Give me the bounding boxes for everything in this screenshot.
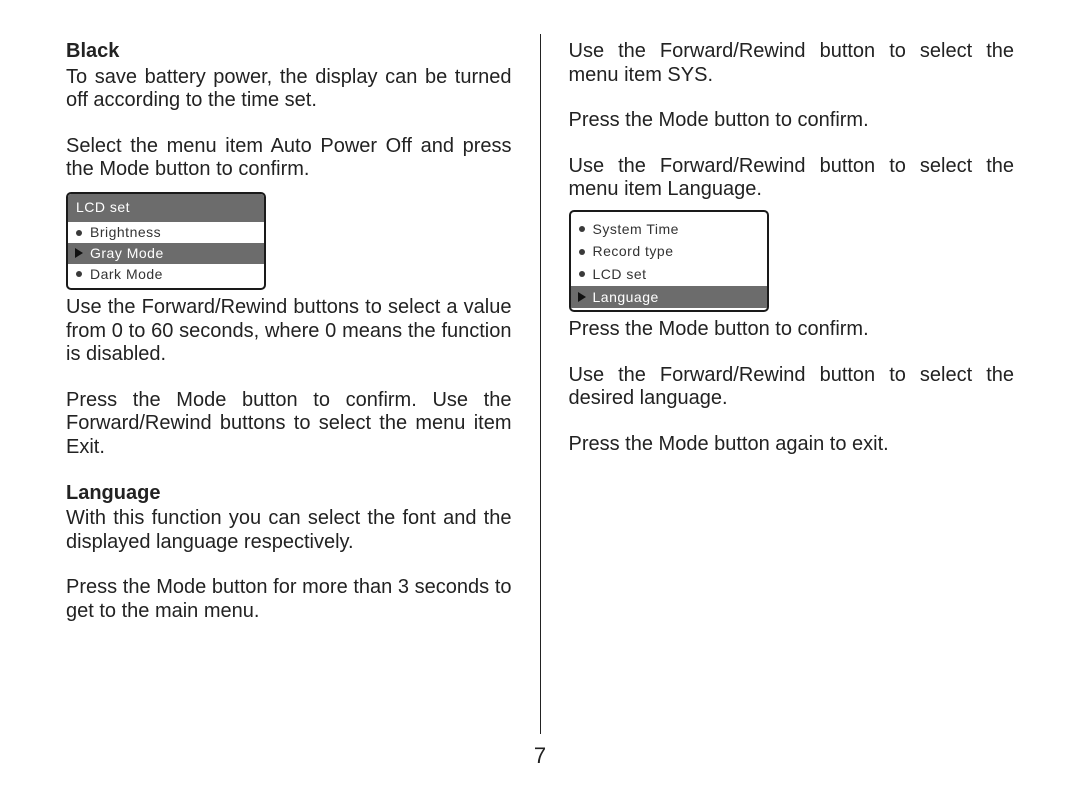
para: Use the Forward/Rewind button to select … — [569, 155, 1015, 202]
lcd-row: LCD set — [571, 263, 767, 286]
sys-menu-screenshot: System Time Record type LCD set Language — [569, 210, 769, 312]
lcd-row: System Time — [571, 218, 767, 241]
bullet-icon — [577, 249, 587, 255]
para: Press the Mode button to confirm. — [569, 318, 1015, 342]
lcd-item-label: Brightness — [84, 224, 161, 241]
bullet-icon — [577, 271, 587, 277]
bullet-icon — [577, 226, 587, 232]
lcd-row-selected: Language — [571, 286, 767, 309]
pointer-icon — [74, 248, 84, 258]
lcd-set-screenshot: LCD set Brightness Gray Mode Dark Mode — [66, 192, 266, 290]
heading-language: Language — [66, 482, 512, 506]
bullet-icon — [74, 230, 84, 236]
para: Press the Mode button to confirm. — [569, 109, 1015, 133]
para: Press the Mode button to confirm. Use th… — [66, 389, 512, 460]
heading-black: Black — [66, 40, 512, 64]
lcd-row: Brightness — [68, 222, 264, 243]
right-column: Use the Forward/Rewind button to select … — [541, 40, 1033, 720]
para: With this function you can select the fo… — [66, 507, 512, 554]
lcd-item-label: Gray Mode — [84, 245, 164, 262]
pointer-icon — [577, 292, 587, 302]
lcd-item-label: Language — [587, 289, 659, 306]
lcd-item-label: Record type — [587, 243, 674, 260]
lcd-row-selected: Gray Mode — [68, 243, 264, 264]
lcd-item-label: LCD set — [587, 266, 647, 283]
lcd-title: LCD set — [68, 194, 264, 223]
para: Select the menu item Auto Power Off and … — [66, 135, 512, 182]
left-column: Black To save battery power, the display… — [48, 40, 540, 720]
lcd-item-label: System Time — [587, 221, 679, 238]
para: Press the Mode button again to exit. — [569, 433, 1015, 457]
bullet-icon — [74, 271, 84, 277]
para: Use the Forward/Rewind button to select … — [569, 40, 1015, 87]
para: To save battery power, the display can b… — [66, 66, 512, 113]
para: Use the Forward/Rewind button to select … — [569, 364, 1015, 411]
para: Use the Forward/Rewind buttons to select… — [66, 296, 512, 367]
lcd-item-label: Dark Mode — [84, 266, 163, 283]
lcd-row: Record type — [571, 240, 767, 263]
page-body: Black To save battery power, the display… — [0, 0, 1080, 720]
lcd-row: Dark Mode — [68, 264, 264, 289]
page-number: 7 — [0, 743, 1080, 769]
para: Press the Mode button for more than 3 se… — [66, 576, 512, 623]
